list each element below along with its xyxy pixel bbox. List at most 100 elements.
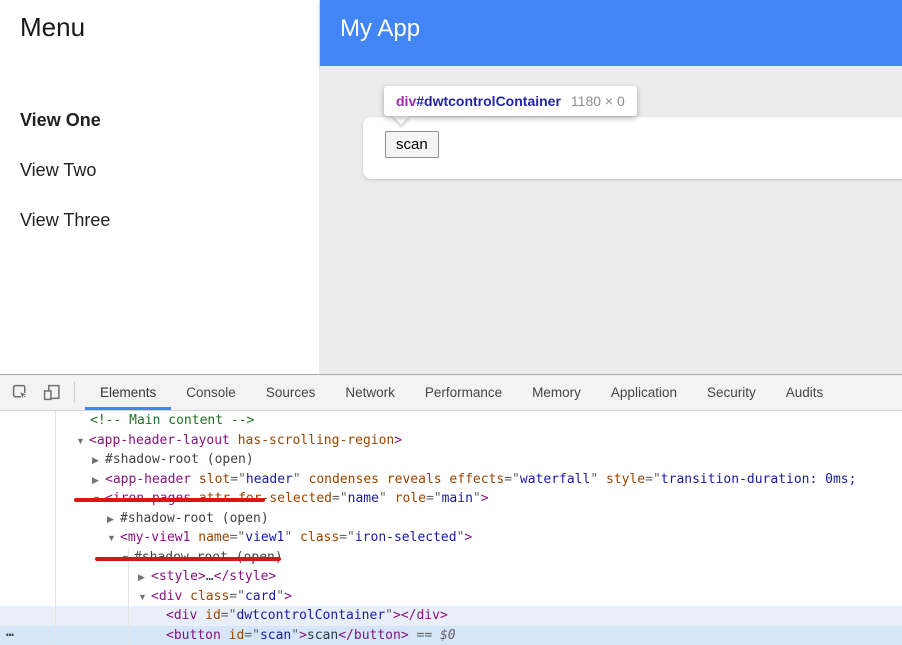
dom-tree-row[interactable]: …<button id="scan">scan</button> == $0: [0, 626, 902, 645]
tab-application[interactable]: Application: [596, 375, 692, 410]
code-token: =": [645, 472, 661, 487]
shadow-root-red-underline-1: [74, 498, 265, 502]
code-token: name: [190, 530, 229, 545]
code-token: >: [401, 628, 409, 643]
dom-tree: <!-- Main content -->▼<app-header-layout…: [0, 411, 902, 645]
app-header: My App: [320, 0, 902, 66]
code-token: transition-duration: 0ms;: [661, 472, 857, 487]
sidebar-item-view-two[interactable]: View Two: [20, 158, 110, 208]
tab-security[interactable]: Security: [692, 375, 771, 410]
code-token: >: [284, 589, 292, 604]
app-title: My App: [340, 15, 420, 43]
code-token: scan: [307, 628, 338, 643]
dom-tree-row[interactable]: <!-- Main content -->: [0, 411, 902, 431]
code-token: iron-selected: [355, 530, 457, 545]
code-token: id: [221, 628, 244, 643]
dom-tree-row[interactable]: ▼<my-view1 name="view1" class="iron-sele…: [0, 528, 902, 548]
code-token: <: [151, 569, 159, 584]
tooltip-element-id: #dwtcontrolContainer: [416, 93, 561, 109]
code-token: style: [159, 569, 198, 584]
code-token: style: [598, 472, 645, 487]
dom-tree-row[interactable]: ▶#shadow-root (open): [0, 450, 902, 470]
code-token: =": [244, 628, 260, 643]
code-token: app-header-layout: [97, 433, 230, 448]
code-token: <: [151, 589, 159, 604]
code-token: my-view1: [128, 530, 191, 545]
code-token: app-header: [113, 472, 191, 487]
code-token: dwtcontrolContainer: [236, 608, 385, 623]
expand-arrow-closed-icon[interactable]: ▶: [92, 471, 105, 491]
drawer-nav: View OneView TwoView Three: [20, 108, 110, 258]
code-token: >: [268, 569, 276, 584]
code-token: >: [393, 608, 401, 623]
code-token: <: [105, 472, 113, 487]
tooltip-dimensions: 1180 × 0: [571, 93, 625, 109]
code-token: =": [504, 472, 520, 487]
expand-arrow-open-icon[interactable]: ▼: [138, 588, 151, 608]
selected-row-menu-icon[interactable]: …: [6, 623, 15, 643]
sidebar-item-view-three[interactable]: View Three: [20, 208, 110, 258]
scan-button[interactable]: scan: [385, 131, 439, 158]
code-token: =": [230, 530, 246, 545]
code-token: ": [385, 608, 393, 623]
tab-audits[interactable]: Audits: [771, 375, 839, 410]
code-token: =": [339, 530, 355, 545]
devtools-toolbar: ElementsConsoleSourcesNetworkPerformance…: [0, 375, 902, 411]
code-token: =": [229, 589, 245, 604]
inspect-tooltip: div#dwtcontrolContainer1180 × 0: [384, 86, 637, 116]
code-token: >: [481, 491, 489, 506]
tab-performance[interactable]: Performance: [410, 375, 517, 410]
tab-elements[interactable]: Elements: [85, 375, 171, 410]
tab-network[interactable]: Network: [330, 375, 410, 410]
code-token: ": [291, 628, 299, 643]
tab-console[interactable]: Console: [171, 375, 251, 410]
code-token: <: [89, 433, 97, 448]
code-token: ": [276, 589, 284, 604]
code-token: scan: [260, 628, 291, 643]
dom-tree-row[interactable]: ▼<app-header-layout has-scrolling-region…: [0, 431, 902, 451]
expand-arrow-closed-icon[interactable]: ▶: [92, 451, 105, 471]
expand-arrow-open-icon[interactable]: ▼: [107, 529, 120, 549]
dom-tree-row[interactable]: ▶#shadow-root (open): [0, 509, 902, 529]
code-token: </: [338, 628, 354, 643]
expand-arrow-closed-icon[interactable]: ▶: [107, 510, 120, 530]
code-token: =": [426, 491, 442, 506]
code-token: <: [120, 530, 128, 545]
code-token: >: [394, 433, 402, 448]
tab-sources[interactable]: Sources: [251, 375, 331, 410]
code-token: has-scrolling-region: [230, 433, 394, 448]
code-token: </: [401, 608, 417, 623]
code-token: id: [197, 608, 220, 623]
code-token: <: [166, 608, 174, 623]
dom-tree-row[interactable]: ▼<div class="card">: [0, 587, 902, 607]
code-token: …: [206, 569, 214, 584]
code-token: role: [387, 491, 426, 506]
code-token: ": [473, 491, 481, 506]
sidebar-item-view-one[interactable]: View One: [20, 108, 110, 158]
devtools-panel: ElementsConsoleSourcesNetworkPerformance…: [0, 374, 902, 645]
code-token: div: [174, 608, 197, 623]
code-token: div: [159, 589, 182, 604]
inspect-element-icon[interactable]: [10, 375, 30, 410]
dom-tree-row[interactable]: ▶<app-header slot="header" condenses rev…: [0, 470, 902, 490]
code-token: =": [221, 608, 237, 623]
expand-arrow-closed-icon[interactable]: ▶: [138, 568, 151, 588]
expand-arrow-open-icon[interactable]: ▼: [76, 432, 89, 452]
code-token: =": [332, 491, 348, 506]
device-toolbar-icon[interactable]: [42, 375, 62, 410]
code-token: ==: [409, 628, 440, 643]
code-token: ": [590, 472, 598, 487]
menu-title: Menu: [20, 12, 85, 43]
code-token: button: [354, 628, 401, 643]
dom-tree-row[interactable]: <div id="dwtcontrolContainer"></div>: [0, 606, 902, 626]
code-token: effects: [442, 472, 505, 487]
screenshot-root: Menu View OneView TwoView Three My App s…: [0, 0, 902, 645]
code-token: >: [198, 569, 206, 584]
code-token: </: [214, 569, 230, 584]
tab-memory[interactable]: Memory: [517, 375, 596, 410]
shadow-root-red-underline-2: [95, 557, 281, 561]
code-token: >: [440, 608, 448, 623]
toolbar-divider: [74, 382, 75, 403]
devtools-tab-bar: ElementsConsoleSourcesNetworkPerformance…: [85, 375, 838, 410]
dom-tree-row[interactable]: ▶<style>…</style>: [0, 567, 902, 587]
